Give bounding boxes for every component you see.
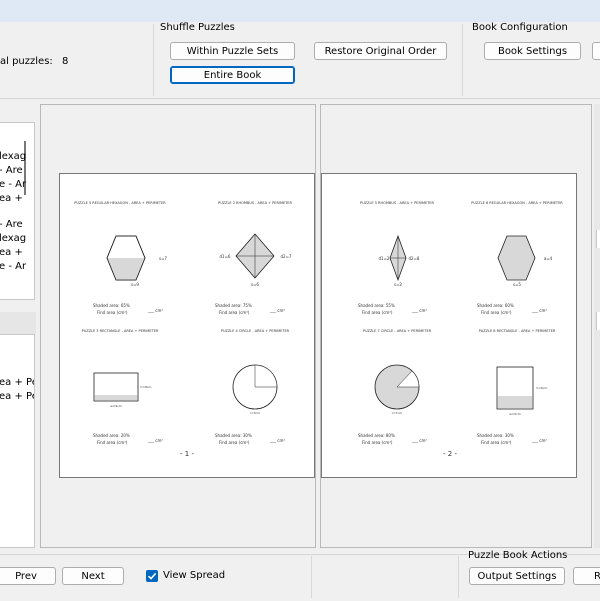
total-puzzles-label: al puzzles: [0, 56, 53, 67]
puzzle-title: PUZZLE 7 CIRCLE - AREA + PERIMETER [363, 329, 432, 333]
page-preview-right: PUZZLE 5 RHOMBUS - AREA + PERIMETER d1=2… [320, 104, 592, 548]
right-panel-control[interactable] [596, 230, 600, 248]
find-area-text: Find area (cm²) [481, 440, 512, 445]
page-number: - 2 - [443, 450, 457, 458]
shaded-area-text: Shaded area: 60% [477, 303, 514, 308]
list-item[interactable]: lexag [0, 233, 26, 244]
dimension-label: d1=2 [379, 256, 390, 261]
prev-button[interactable]: Prev [0, 567, 56, 585]
find-area-text: Find area (cm²) [219, 440, 250, 445]
list-item[interactable]: e - Ar [0, 261, 26, 272]
page-number: - 1 - [180, 450, 194, 458]
book-config-group-title: Book Configuration [472, 22, 568, 33]
list-item[interactable]: ea + [0, 247, 23, 258]
dimension-label: a=4 [544, 256, 553, 261]
shuffle-group-title: Shuffle Puzzles [160, 22, 235, 33]
find-area-text: Find area (cm²) [362, 310, 393, 315]
puzzle-title: PUZZLE 8 RECTANGLE - AREA + PERIMETER [479, 329, 556, 333]
list-item[interactable]: lexag [0, 151, 26, 162]
answer-blank: ___ cm² [531, 308, 547, 313]
dimension-label: w=9cm [110, 404, 122, 408]
checkmark-icon [147, 572, 157, 580]
title-bar [0, 0, 600, 22]
dimension-label: h=8cm [141, 385, 152, 389]
actions-partial-button[interactable]: R [573, 567, 600, 585]
shaded-region [497, 396, 533, 409]
list-item[interactable]: ea + [0, 193, 23, 204]
hexagon-shape [497, 235, 536, 281]
find-area-text: Find area (cm²) [362, 440, 393, 445]
bottom-separator [311, 556, 312, 598]
toolbar [0, 22, 600, 99]
shaded-area-text: Shaded area: 20% [93, 433, 130, 438]
dimension-label: s=2 [394, 282, 402, 287]
list-item[interactable]: - Are [0, 165, 23, 176]
dimension-label: d1=6 [220, 254, 231, 259]
puzzle-title: PUZZLE 5 RHOMBUS - AREA + PERIMETER [360, 201, 434, 205]
actions-group-title: Puzzle Book Actions [468, 550, 568, 561]
list-item[interactable]: ea + Per [0, 377, 34, 388]
dimension-label: s=7 [159, 256, 167, 261]
dimension-label: h=6cm [537, 386, 548, 390]
find-area-text: Find area (cm²) [97, 440, 128, 445]
shaded-area-text: Shaded area: 65% [93, 303, 130, 308]
shuffle-within-sets-button[interactable]: Within Puzzle Sets [170, 42, 295, 60]
puzzle-list[interactable]: ea + Per ea + Per [0, 334, 35, 548]
page-1: PUZZLE 5 REGULAR HEXAGON - AREA + PERIME… [59, 173, 315, 478]
toolbar-separator [462, 24, 463, 96]
list-item[interactable]: ea + Per [0, 391, 34, 402]
dimension-label: w=5cm [509, 412, 521, 416]
find-area-text: Find area (cm²) [219, 310, 250, 315]
next-button[interactable]: Next [62, 567, 124, 585]
shuffle-entire-book-button[interactable]: Entire Book [170, 66, 295, 84]
dimension-label: r=3cm [250, 411, 260, 415]
dimension-label: r=7cm [392, 411, 402, 415]
book-settings-button[interactable]: Book Settings [484, 42, 581, 60]
shaded-region [107, 258, 145, 280]
dimension-label: s=9 [131, 282, 139, 287]
shaded-area-text: Shaded area: 30% [477, 433, 514, 438]
find-area-text: Find area (cm²) [481, 310, 512, 315]
dimension-label: s=5 [513, 282, 521, 287]
answer-blank: ___ cm² [411, 308, 427, 313]
puzzle-title: PUZZLE 5 REGULAR HEXAGON - AREA + PERIME… [74, 201, 166, 205]
dimension-label: d2=7 [281, 254, 292, 259]
left-panel-header [0, 312, 36, 334]
right-panel-control[interactable] [596, 312, 600, 330]
answer-blank: ___ cm² [269, 308, 285, 313]
output-settings-button[interactable]: Output Settings [469, 567, 565, 585]
toolbar-separator [153, 24, 154, 96]
restore-original-order-button[interactable]: Restore Original Order [314, 42, 447, 60]
shaded-area-text: Shaded area: 30% [215, 433, 252, 438]
bottom-separator [458, 556, 459, 598]
config-next-button[interactable] [592, 42, 600, 60]
find-area-text: Find area (cm²) [97, 310, 128, 315]
page-preview-left: PUZZLE 5 REGULAR HEXAGON - AREA + PERIME… [40, 104, 316, 548]
shaded-area-text: Shaded area: 55% [358, 303, 395, 308]
dimension-label: s=6 [251, 282, 259, 287]
puzzle-title: PUZZLE 2 RHOMBUS - AREA + PERIMETER [218, 201, 292, 205]
shaded-area-text: Shaded area: 75% [215, 303, 252, 308]
answer-blank: ___ cm² [411, 438, 427, 443]
shaded-region [94, 395, 138, 401]
puzzle-title: PUZZLE 3 RECTANGLE - AREA + PERIMETER [82, 329, 159, 333]
unshaded-sector [254, 364, 278, 388]
total-puzzles-value: 8 [62, 56, 69, 67]
answer-blank: ___ cm² [531, 438, 547, 443]
view-spread-checkbox[interactable] [146, 570, 158, 582]
shaded-area-text: Shaded area: 80% [358, 433, 395, 438]
puzzle-title: PUZZLE 4 CIRCLE - AREA + PERIMETER [221, 329, 290, 333]
page-2: PUZZLE 5 RHOMBUS - AREA + PERIMETER d1=2… [321, 173, 577, 478]
answer-blank: ___ cm² [147, 308, 163, 313]
list-item[interactable]: e - Ar [0, 179, 26, 190]
view-spread-label: View Spread [163, 570, 226, 581]
puzzle-title: PUZZLE 6 REGULAR HEXAGON - AREA + PERIME… [471, 201, 563, 205]
dimension-label: d2=8 [409, 256, 420, 261]
puzzle-set-list[interactable]: lexag - Are e - Ar ea + - Are lexag ea +… [0, 122, 35, 300]
list-item[interactable]: - Are [0, 219, 23, 230]
answer-blank: ___ cm² [269, 438, 285, 443]
answer-blank: ___ cm² [147, 438, 163, 443]
